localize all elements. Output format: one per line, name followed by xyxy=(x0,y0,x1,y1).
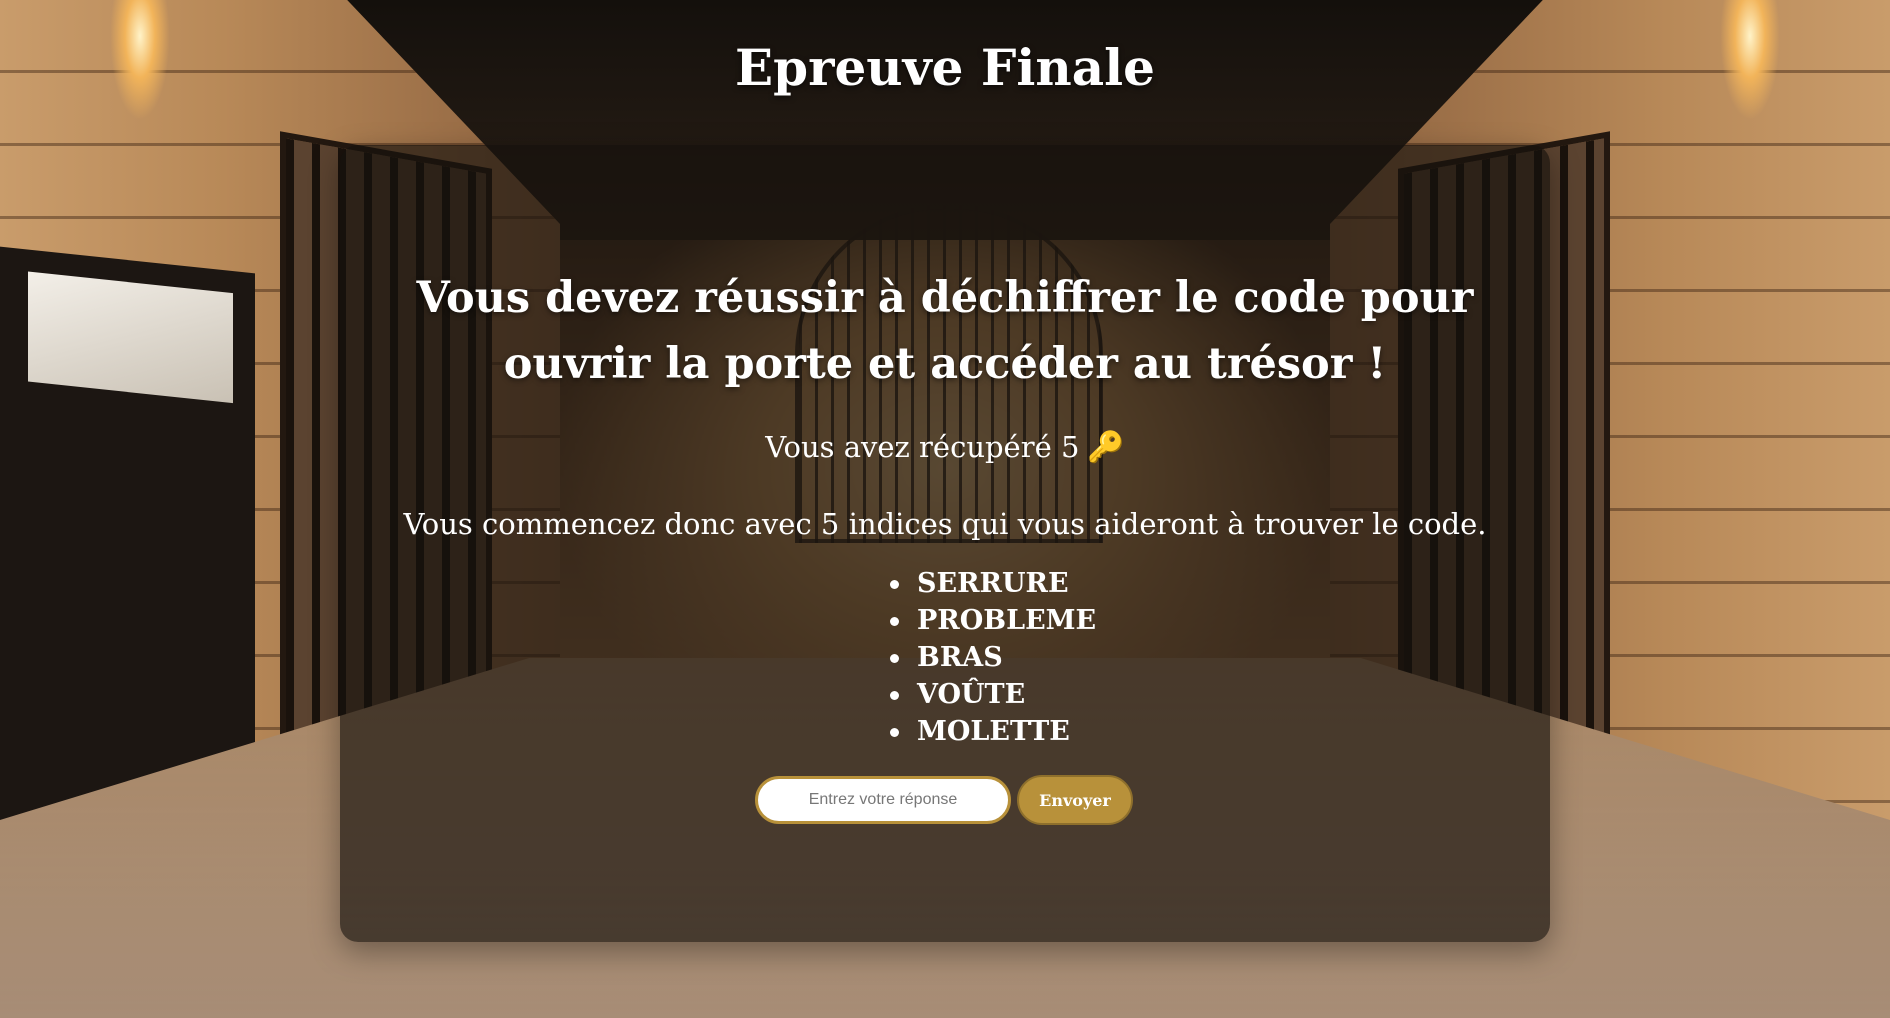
hints-intro: Vous commencez donc avec 5 indices qui v… xyxy=(403,507,1487,541)
hints-list: SERRURE PROBLEME BRAS VOÛTE MOLETTE xyxy=(890,565,1096,750)
page-title: Epreuve Finale xyxy=(735,38,1155,97)
hint-item: BRAS xyxy=(890,639,1096,676)
keys-collected: Vous avez récupéré 5 🔑 xyxy=(340,430,1550,465)
key-icon: 🔑 xyxy=(1087,430,1125,465)
hint-item: PROBLEME xyxy=(890,602,1096,639)
challenge-heading: Vous devez réussir à déchiffrer le code … xyxy=(416,273,1474,389)
submit-button[interactable]: Envoyer xyxy=(1017,775,1133,825)
answer-form: Envoyer xyxy=(755,775,1133,825)
challenge-card: Vous devez réussir à déchiffrer le code … xyxy=(340,145,1550,942)
hint-item: MOLETTE xyxy=(890,713,1096,750)
keys-collected-text: Vous avez récupéré 5 xyxy=(765,430,1080,464)
hint-item: VOÛTE xyxy=(890,676,1096,713)
hint-item: SERRURE xyxy=(890,565,1096,602)
answer-input[interactable] xyxy=(755,776,1011,824)
